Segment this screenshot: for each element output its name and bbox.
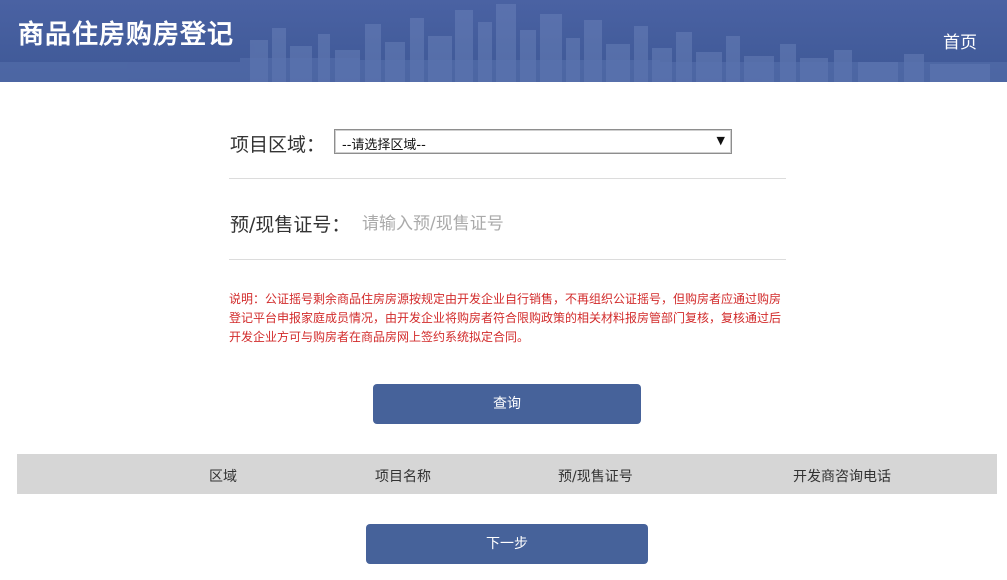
next-step-button[interactable]: 下一步 — [366, 524, 648, 564]
notice-text: 说明：公证摇号剩余商品住房房源按规定由开发企业自行销售，不再组织公证摇号，但购房… — [229, 292, 782, 344]
dropdown-arrow-icon: ▼ — [716, 134, 725, 147]
query-button[interactable]: 查询 — [373, 384, 641, 424]
region-label: 项目区域： — [230, 134, 326, 156]
search-form: 项目区域： --请选择区域-- ▼ 预/现售证号： — [229, 112, 786, 260]
cert-row: 预/现售证号： — [229, 179, 786, 260]
column-header-project-name: 项目名称 — [375, 469, 431, 485]
region-row: 项目区域： --请选择区域-- ▼ — [229, 112, 786, 179]
page-header: 商品住房购房登记 首页 — [0, 0, 1007, 82]
cert-number-input[interactable] — [362, 211, 662, 237]
column-header-region: 区域 — [209, 469, 237, 485]
region-select[interactable]: --请选择区域-- ▼ — [334, 129, 732, 154]
column-header-cert-number: 预/现售证号 — [558, 469, 633, 485]
home-link[interactable]: 首页 — [943, 28, 977, 53]
page-title: 商品住房购房登记 — [18, 20, 235, 50]
results-table-header: 区域 项目名称 预/现售证号 开发商咨询电话 — [17, 454, 997, 494]
column-header-developer-phone: 开发商咨询电话 — [793, 469, 891, 485]
cert-label: 预/现售证号： — [230, 214, 351, 236]
region-select-value: --请选择区域-- — [342, 138, 426, 153]
